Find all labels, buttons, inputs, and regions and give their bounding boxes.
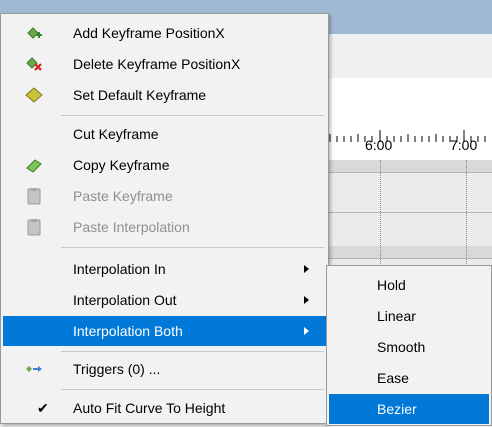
ruler-label-7: 7:00	[450, 137, 478, 153]
menu-item-paste-interpolation[interactable]: Paste Interpolation	[3, 212, 326, 242]
menu-item-paste-keyframe[interactable]: Paste Keyframe	[3, 181, 326, 211]
default-keyframe-icon	[25, 87, 43, 103]
menu-item-label: Cut Keyframe	[73, 126, 159, 142]
submenu-item-hold[interactable]: Hold	[329, 270, 489, 300]
menu-item-copy-keyframe[interactable]: Copy Keyframe	[3, 150, 326, 180]
submenu-item-ease[interactable]: Ease	[329, 363, 489, 393]
menu-item-label: Interpolation Both	[73, 323, 183, 339]
triggers-icon	[26, 366, 42, 372]
ruler-label-6: 6:00	[365, 137, 393, 153]
menu-separator	[61, 389, 324, 390]
menu-item-add-keyframe[interactable]: Add Keyframe PositionX	[3, 18, 326, 48]
checkmark-icon: ✔	[37, 400, 49, 416]
keyframe-context-menu: Add Keyframe PositionX Delete Keyframe P…	[0, 13, 329, 424]
paste-interpolation-icon	[27, 219, 41, 236]
add-keyframe-icon	[27, 27, 42, 39]
menu-separator	[61, 351, 324, 352]
submenu-arrow-icon	[304, 327, 309, 335]
menu-item-label: Triggers (0) ...	[73, 361, 161, 377]
submenu-item-label: Linear	[377, 308, 416, 324]
delete-keyframe-icon	[26, 57, 42, 71]
menu-item-label: Interpolation Out	[73, 292, 177, 308]
menu-item-label: Add Keyframe PositionX	[73, 25, 225, 41]
menu-item-label: Paste Keyframe	[73, 188, 173, 204]
submenu-item-label: Hold	[377, 277, 406, 293]
menu-item-interpolation-in[interactable]: Interpolation In	[3, 254, 326, 284]
menu-item-label: Set Default Keyframe	[73, 87, 207, 103]
submenu-item-smooth[interactable]: Smooth	[329, 332, 489, 362]
menu-item-label: Auto Fit Curve To Height	[73, 400, 226, 416]
menu-separator	[61, 115, 324, 116]
menu-item-triggers[interactable]: Triggers (0) ...	[3, 354, 326, 384]
menu-separator	[61, 247, 324, 248]
copy-keyframe-icon	[26, 159, 42, 173]
submenu-arrow-icon	[304, 265, 309, 273]
submenu-item-linear[interactable]: Linear	[329, 301, 489, 331]
submenu-arrow-icon	[304, 296, 309, 304]
menu-item-label: Copy Keyframe	[73, 157, 170, 173]
menu-item-label: Delete Keyframe PositionX	[73, 56, 241, 72]
menu-item-interpolation-both[interactable]: Interpolation Both	[3, 316, 326, 346]
menu-item-cut-keyframe[interactable]: Cut Keyframe	[3, 119, 326, 149]
submenu-item-label: Smooth	[377, 339, 426, 355]
submenu-item-bezier[interactable]: Bezier	[329, 394, 489, 424]
menu-item-delete-keyframe[interactable]: Delete Keyframe PositionX	[3, 49, 326, 79]
interpolation-submenu: Hold Linear Smooth Ease Bezier	[326, 265, 492, 426]
menu-item-label: Paste Interpolation	[73, 219, 190, 235]
menu-item-auto-fit-curve[interactable]: ✔ Auto Fit Curve To Height	[3, 393, 326, 423]
submenu-item-label: Bezier	[377, 401, 417, 417]
menu-item-label: Interpolation In	[73, 261, 166, 277]
submenu-item-label: Ease	[377, 370, 409, 386]
paste-keyframe-icon	[27, 188, 41, 205]
menu-item-set-default-keyframe[interactable]: Set Default Keyframe	[3, 80, 326, 110]
menu-item-interpolation-out[interactable]: Interpolation Out	[3, 285, 326, 315]
